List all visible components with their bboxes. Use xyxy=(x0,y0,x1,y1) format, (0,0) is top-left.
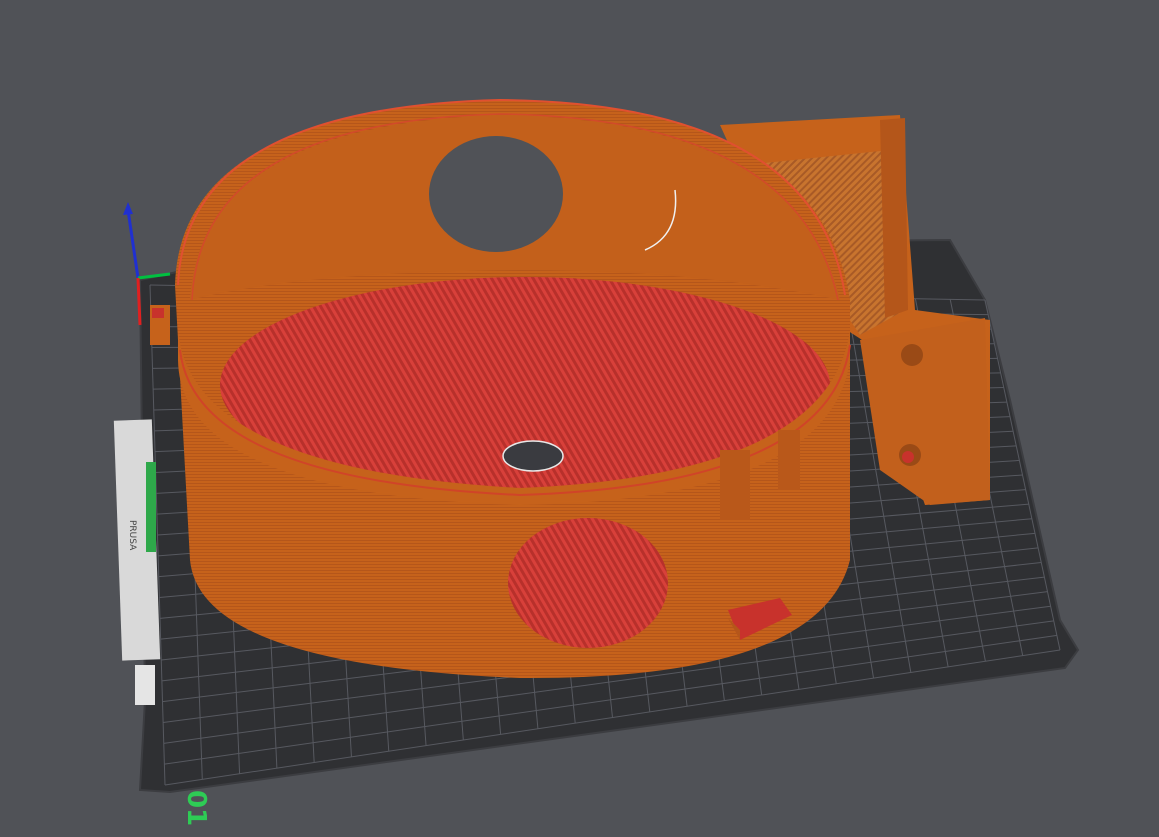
z-axis-arrow-icon xyxy=(123,202,133,215)
3d-viewport[interactable]: PRUSA 01 xyxy=(0,0,1159,833)
front-port-infill xyxy=(508,518,668,648)
tab-2 xyxy=(778,430,800,490)
tab-1 xyxy=(720,450,750,520)
scene-canvas[interactable]: PRUSA 01 xyxy=(0,0,1159,833)
y-axis xyxy=(136,277,142,326)
center-hole xyxy=(502,440,564,472)
back-port-hole xyxy=(429,136,563,252)
mounting-hole-1 xyxy=(901,344,923,366)
bed-logo-text: PRUSA xyxy=(127,520,137,551)
z-axis xyxy=(126,209,140,279)
plate-number-label: 01 xyxy=(181,790,211,826)
